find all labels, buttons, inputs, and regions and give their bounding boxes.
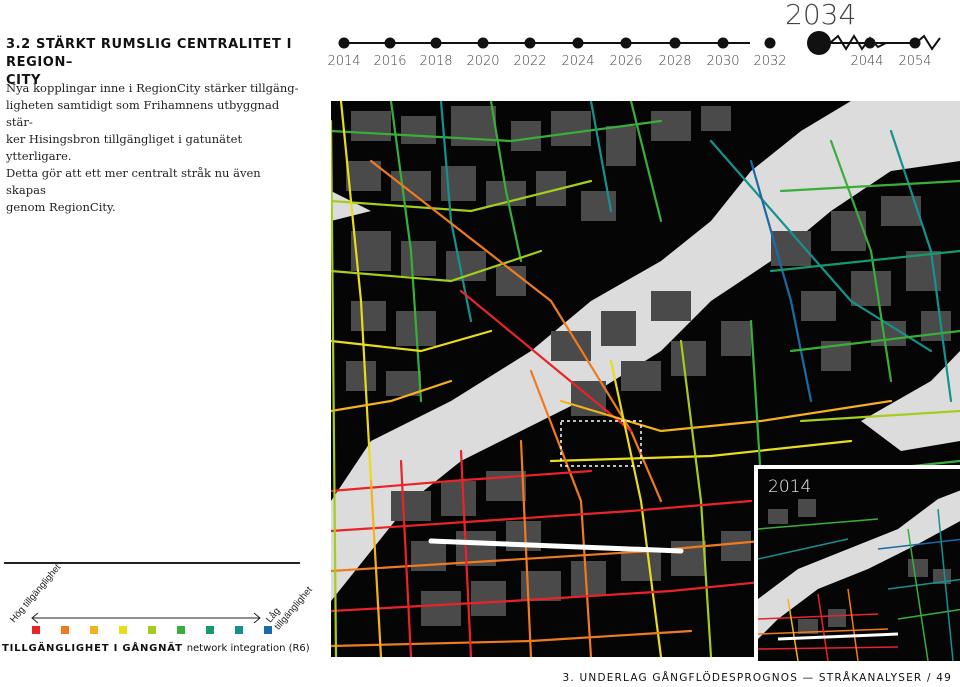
intro-line: ligheten samtidigt som Frihamnens utbygg…: [6, 98, 280, 129]
legend-divider: [4, 562, 300, 564]
timeline-year-label: 2016: [373, 54, 407, 69]
timeline-current-year: 2034: [785, 0, 857, 31]
timeline-dot[interactable]: [384, 37, 396, 49]
legend-swatch: [61, 626, 69, 634]
timeline-dot[interactable]: [477, 37, 489, 49]
timeline-dot[interactable]: [620, 37, 632, 49]
page-footer: 3. UNDERLAG GÅNGFLÖDESPROGNOS — STRÅKANA…: [562, 672, 952, 684]
legend-swatch: [177, 626, 185, 634]
timeline-year-label: 2026: [609, 54, 643, 69]
timeline-year-label: 2054: [898, 54, 932, 69]
legend-swatch: [264, 626, 272, 634]
legend-title-main: TILLGÄNGLIGHET I GÅNGNÄT: [2, 643, 183, 654]
timeline-dot[interactable]: [717, 37, 729, 49]
legend-arrow: [31, 612, 261, 624]
timeline-dot[interactable]: [864, 37, 876, 49]
intro-paragraph: Nya kopplingar inne i RegionCity stärker…: [6, 80, 304, 216]
timeline-year-label: 2028: [658, 54, 692, 69]
legend-swatch: [235, 626, 243, 634]
legend-title: TILLGÄNGLIGHET I GÅNGNÄT network integra…: [2, 643, 310, 654]
inset-map-2014: 2014: [754, 465, 960, 661]
timeline-year-label: 2044: [850, 54, 884, 69]
timeline-year-label: 2020: [466, 54, 500, 69]
legend-swatch: [90, 626, 98, 634]
timeline-year-label: 2018: [419, 54, 453, 69]
legend-title-sub: network integration (R6): [186, 643, 310, 654]
timeline-dot[interactable]: [764, 37, 776, 49]
intro-line: Detta gör att ett mer centralt stråk nu …: [6, 166, 261, 197]
timeline-year-label: 2030: [706, 54, 740, 69]
timeline-year-label: 2022: [513, 54, 547, 69]
timeline-year-label: 2032: [753, 54, 787, 69]
timeline-dot[interactable]: [669, 37, 681, 49]
section-title-line1: 3.2 STÄRKT RUMSLIG CENTRALITET I REGION–: [6, 37, 293, 70]
inset-year-label: 2014: [768, 477, 812, 497]
timeline-year-label: 2024: [561, 54, 595, 69]
timeline-dot[interactable]: [430, 37, 442, 49]
intro-line: ker Hisingsbron tillgängliget i gatunäte…: [6, 132, 243, 163]
legend-swatch: [32, 626, 40, 634]
timeline: 2034 2014 2016 2018 2020 2022 2024 2026 …: [327, 0, 960, 80]
timeline-dot[interactable]: [909, 37, 921, 49]
timeline-current-dot[interactable]: [807, 31, 831, 55]
intro-line: genom RegionCity.: [6, 200, 116, 214]
legend-low-label: Låg tillgänglighet: [264, 584, 315, 633]
legend-swatch: [206, 626, 214, 634]
legend-swatch: [148, 626, 156, 634]
timeline-dot[interactable]: [338, 37, 350, 49]
intro-line: Nya kopplingar inne i RegionCity stärker…: [6, 81, 299, 95]
timeline-year-label: 2014: [327, 54, 361, 69]
timeline-dot[interactable]: [572, 37, 584, 49]
legend-swatch: [119, 626, 127, 634]
timeline-dot[interactable]: [524, 37, 536, 49]
inset-map-graphic: [758, 469, 960, 661]
